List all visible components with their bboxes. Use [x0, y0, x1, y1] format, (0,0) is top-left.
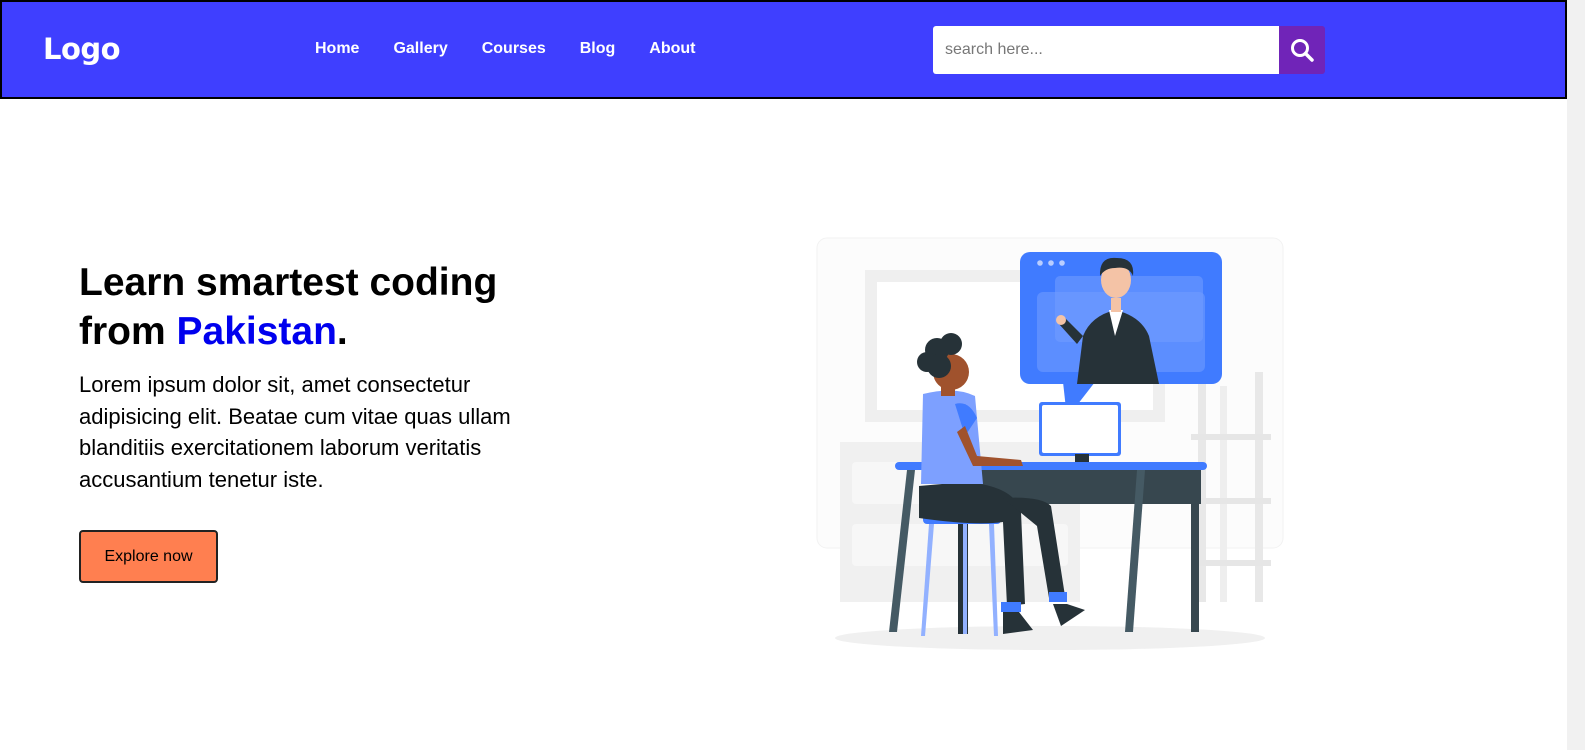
explore-now-button[interactable]: Explore now	[79, 530, 218, 583]
nav-link-gallery[interactable]: Gallery	[393, 40, 447, 58]
nav-links: Home Gallery Courses Blog About	[315, 40, 730, 58]
online-learning-illustration	[816, 237, 1284, 650]
page-scrollbar[interactable]	[1567, 0, 1585, 750]
nav-link-about[interactable]: About	[649, 40, 695, 58]
search-box	[933, 26, 1325, 74]
hero-title: Learn smartest coding from Pakistan.	[79, 258, 559, 356]
hero-title-period: .	[336, 310, 348, 353]
hero-paragraph: Lorem ipsum dolor sit, amet consectetur …	[79, 372, 511, 492]
search-input[interactable]	[933, 26, 1279, 74]
nav-link-courses[interactable]: Courses	[482, 40, 546, 58]
navbar: Logo Home Gallery Courses Blog About	[0, 0, 1567, 99]
logo[interactable]: Logo	[43, 32, 121, 66]
search-icon	[1291, 39, 1314, 62]
nav-link-home[interactable]: Home	[315, 40, 359, 58]
hero-title-line1: Learn smartest coding	[79, 261, 498, 304]
search-button[interactable]	[1279, 26, 1325, 74]
hero-title-accent: Pakistan	[176, 310, 337, 353]
hero-title-from: from	[79, 310, 177, 353]
nav-link-blog[interactable]: Blog	[580, 40, 616, 58]
